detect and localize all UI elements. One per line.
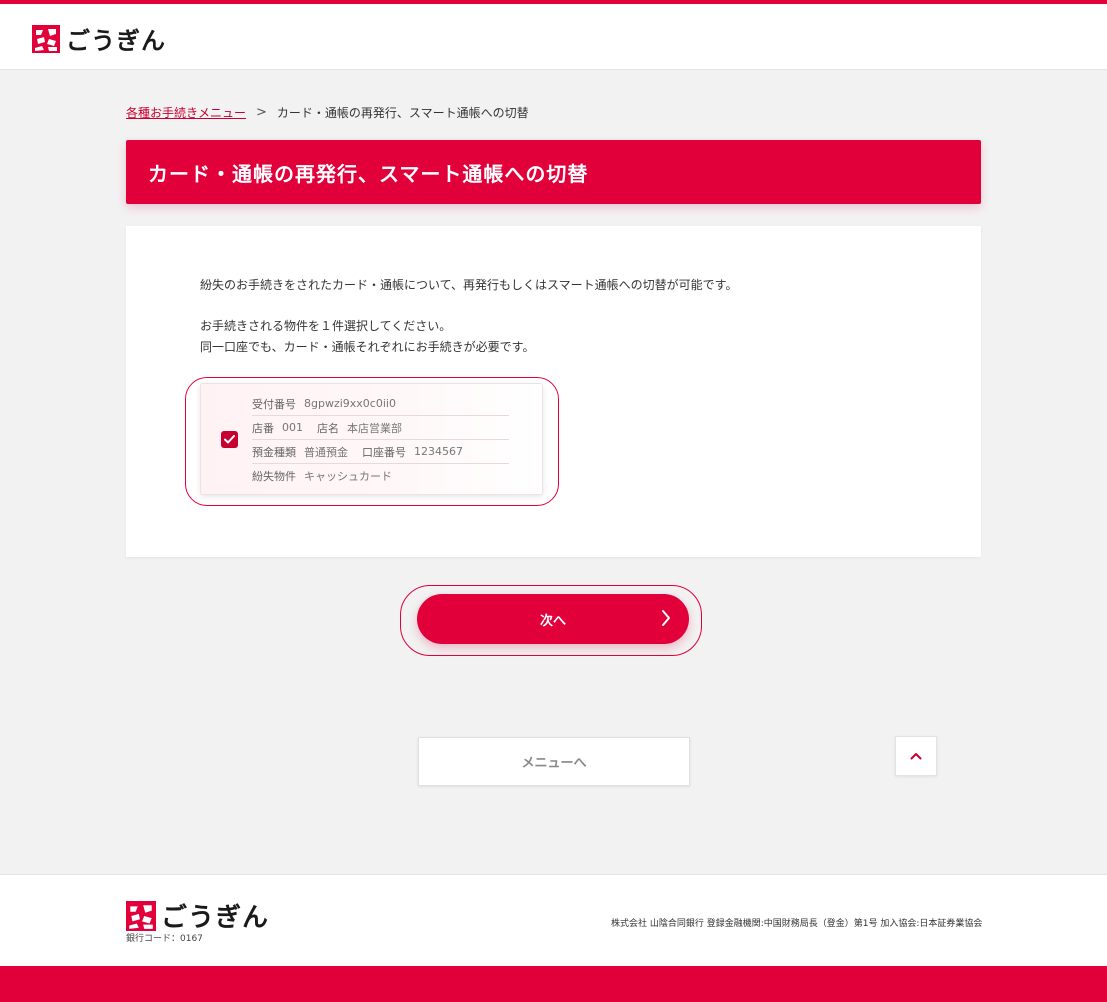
chevron-up-icon [910,753,922,760]
gougin-logo-icon [126,900,156,931]
header-logo[interactable]: ごうぎん [32,21,166,56]
branch-no-value: 001 [282,421,303,434]
breadcrumb-menu-link[interactable]: 各種お手続きメニュー [126,104,246,121]
chevron-right-icon [662,610,670,626]
branch-name-value: 本店営業部 [347,421,402,435]
gougin-logo-icon [32,24,60,53]
lost-item-checkbox[interactable] [221,431,238,448]
menu-button[interactable]: メニューへ [418,737,690,786]
account-type-value: 普通預金 [304,445,348,459]
branch-row: 店番 001 店名 本店営業部 [252,416,509,440]
account-no-value: 1234567 [414,445,463,458]
checkmark-icon [224,435,235,444]
branch-no-label: 店番 [252,421,274,435]
footer-logo[interactable]: ごうぎん [126,897,269,934]
header-logo-text: ごうぎん [66,27,166,55]
breadcrumb: 各種お手続きメニュー > カード・通帳の再発行、スマート通帳への切替 [126,104,529,121]
account-type-label: 預金種類 [252,445,296,459]
lost-item-label: 紛失物件 [252,470,296,483]
account-row: 預金種類 普通預金 口座番号 1234567 [252,440,509,464]
company-info: 株式会社 山陰合同銀行 登録金融機関:中国財務局長（登金）第1号 加入協会:日本… [611,919,983,929]
instruction-text-1: お手続きされる物件を１件選択してください。 [200,319,452,333]
site-footer: ごうぎん 銀行コード：0167 株式会社 山陰合同銀行 登録金融機関:中国財務局… [0,874,1107,966]
page-top-button[interactable] [895,736,937,776]
site-header: ごうぎん [0,4,1107,70]
footer-logo-text: ごうぎん [161,903,270,933]
next-button-label: 次へ [539,612,566,628]
account-no-label: 口座番号 [362,445,406,459]
lost-item-row: 紛失物件 キャッシュカード [252,464,509,488]
bank-code: 銀行コード：0167 [126,934,203,944]
breadcrumb-current: カード・通帳の再発行、スマート通帳への切替 [276,106,529,120]
receipt-label: 受付番号 [252,397,296,411]
receipt-row: 受付番号 8gpwzi9xx0c0ii0 [252,392,509,416]
intro-text: 紛失のお手続きをされたカード・通帳について、再発行もしくはスマート通帳への切替が… [200,278,738,292]
lost-item-value: キャッシュカード [304,470,392,483]
page-title: カード・通帳の再発行、スマート通帳への切替 [148,161,589,186]
bottom-accent-bar [0,966,1107,1002]
menu-button-label: メニューへ [521,756,587,771]
breadcrumb-separator: > [256,105,267,120]
page-title-banner: カード・通帳の再発行、スマート通帳への切替 [126,140,981,204]
instruction-text-2: 同一口座でも、カード・通帳それぞれにお手続きが必要です。 [200,340,535,354]
next-button[interactable]: 次へ [417,594,689,644]
receipt-value: 8gpwzi9xx0c0ii0 [304,397,396,410]
content-card: 紛失のお手続きをされたカード・通帳について、再発行もしくはスマート通帳への切替が… [126,226,981,557]
lost-item-select-card[interactable]: 受付番号 8gpwzi9xx0c0ii0 店番 001 店名 本店営業部 預金種… [200,383,543,495]
branch-name-label: 店名 [317,421,339,435]
